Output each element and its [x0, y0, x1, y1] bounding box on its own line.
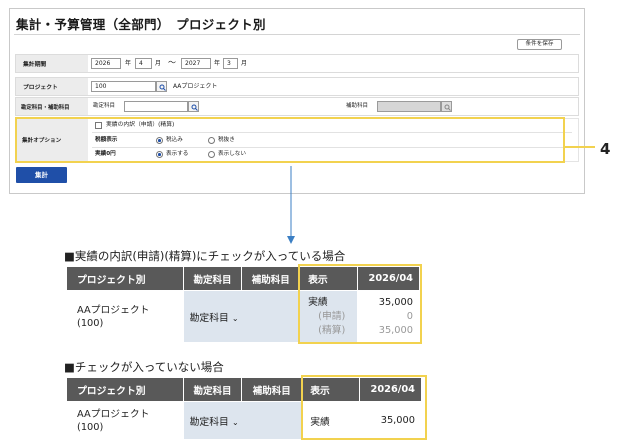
callout-line [565, 146, 595, 148]
header-sub-account: 補助科目 [241, 266, 301, 291]
account-row: 勘定科目・補助科目 勘定科目 補助科目 [15, 97, 579, 116]
page-title: 集計・予算管理（全部門） プロジェクト別 [16, 17, 266, 32]
header-project: プロジェクト別 [66, 377, 184, 402]
month-unit-2: 月 [241, 60, 248, 67]
search-icon [191, 104, 198, 111]
project-code-input[interactable]: 100 [91, 81, 156, 92]
range-tilde: 〜 [168, 58, 176, 67]
project-cell: AAプロジェクト (100) [66, 290, 184, 343]
options-highlight [15, 117, 565, 163]
account-row-label: 勘定科目・補助科目 [16, 98, 88, 115]
to-month-input[interactable]: 3 [223, 58, 238, 69]
account-value: 勘定科目 [189, 416, 229, 428]
sub-account-field-label: 補助科目 [346, 103, 369, 109]
search-icon [159, 84, 166, 91]
account-field-label: 勘定科目 [93, 103, 116, 109]
callout-number: 4 [600, 140, 611, 158]
period-label: 集計期間 [16, 55, 88, 72]
project-search-button[interactable] [156, 81, 167, 92]
header-project: プロジェクト別 [66, 266, 184, 291]
search-icon [444, 104, 451, 111]
unchecked-highlight [301, 375, 427, 440]
header-account: 勘定科目 [182, 266, 243, 291]
header-sub-account: 補助科目 [241, 377, 303, 402]
checked-highlight [298, 264, 422, 344]
sub-account-search-button [441, 101, 452, 112]
header-account: 勘定科目 [182, 377, 243, 402]
account-search-button[interactable] [188, 101, 199, 112]
year-unit-2: 年 [214, 60, 221, 67]
unchecked-case-caption: ■チェックが入っていない場合 [64, 360, 224, 374]
period-row: 集計期間 2026 年 4 月 〜 2027 年 3 月 [15, 54, 579, 73]
account-input[interactable] [124, 101, 188, 112]
aggregate-button[interactable]: 集計 [16, 167, 67, 183]
chevron-down-icon: ⌄ [231, 417, 239, 427]
project-code: (100) [77, 421, 104, 433]
project-code: (100) [77, 317, 104, 329]
to-year-input[interactable]: 2027 [181, 58, 211, 69]
from-year-input[interactable]: 2026 [91, 58, 121, 69]
account-cell[interactable]: 勘定科目 ⌄ [182, 401, 303, 440]
chevron-down-icon: ⌄ [231, 313, 239, 323]
year-unit: 年 [125, 60, 132, 67]
account-value: 勘定科目 [189, 312, 229, 324]
title-divider [14, 34, 580, 35]
project-cell: AAプロジェクト (100) [66, 401, 184, 440]
account-cell[interactable]: 勘定科目 ⌄ [182, 290, 301, 343]
project-name: AAプロジェクト [77, 408, 150, 420]
project-label: プロジェクト [16, 78, 88, 95]
checked-case-caption: ■実績の内訳(申請)(精算)にチェックが入っている場合 [64, 249, 346, 263]
save-condition-button[interactable]: 条件を保存 [517, 39, 562, 50]
down-arrow [287, 166, 295, 244]
project-name: AAプロジェクト [173, 83, 218, 90]
project-row: プロジェクト 100 AAプロジェクト [15, 77, 579, 96]
month-unit: 月 [155, 60, 162, 67]
sub-account-input [377, 101, 441, 112]
project-name: AAプロジェクト [77, 304, 150, 316]
from-month-input[interactable]: 4 [135, 58, 152, 69]
